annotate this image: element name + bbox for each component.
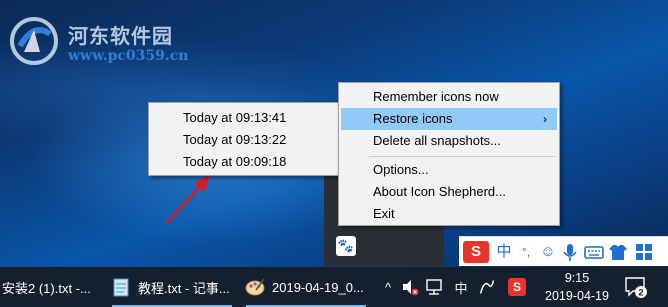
taskbar-item-paint[interactable]: 2019-04-19_0... — [244, 267, 368, 307]
emoji-button[interactable]: ☺ — [537, 241, 559, 263]
delete-snapshots-item[interactable]: Delete all snapshots... — [341, 130, 557, 152]
system-clock[interactable]: 9:15 2019-04-19 — [542, 269, 612, 305]
network-icon[interactable] — [422, 267, 446, 307]
notepad-icon — [113, 278, 129, 297]
show-hidden-icons-button[interactable]: ^ — [376, 267, 400, 307]
mic-icon[interactable] — [559, 241, 581, 263]
sogou-logo-icon[interactable]: S — [463, 241, 489, 263]
submenu-arrow-icon: › — [543, 112, 547, 126]
site-watermark: 河东软件园 www.pc0359.cn — [6, 10, 226, 70]
restore-snapshots-submenu: Today at 09:13:41 Today at 09:13:22 Toda… — [148, 102, 340, 176]
menu-separator — [369, 156, 555, 157]
sogou-tray-icon[interactable]: S — [506, 267, 528, 307]
taskbar: 安装2 (1).txt -... 教程.txt - 记事... 2019-04-… — [0, 267, 668, 307]
task-label: 教程.txt - 记事... — [138, 280, 230, 296]
snapshot-item[interactable]: Today at 09:09:18 — [151, 151, 337, 173]
watermark-url: www.pc0359.cn — [68, 48, 189, 64]
icon-shepherd-context-menu: Remember icons now Restore icons › Delet… — [338, 82, 560, 226]
ime-toolbar: S 中 °, ☺ — [459, 236, 668, 266]
task-label: 2019-04-19_0... — [272, 279, 364, 295]
grid-icon[interactable] — [633, 241, 655, 263]
remember-icons-item[interactable]: Remember icons now — [341, 86, 557, 108]
snapshot-item[interactable]: Today at 09:13:41 — [151, 107, 337, 129]
restore-icons-item[interactable]: Restore icons › — [341, 108, 557, 130]
task-label: 安装2 (1).txt -... — [2, 280, 91, 296]
pen-icon[interactable] — [476, 267, 498, 307]
taskbar-item-notepad-1[interactable]: 安装2 (1).txt -... — [2, 267, 102, 307]
paint-icon — [245, 278, 265, 296]
notification-center-icon[interactable]: 2 — [624, 276, 648, 298]
exit-item[interactable]: Exit — [341, 203, 557, 225]
watermark-logo-icon — [10, 17, 58, 65]
annotation-arrow-icon — [165, 175, 210, 225]
notification-count: 2 — [638, 288, 643, 299]
icon-shepherd-tray-icon[interactable]: 🐾 — [336, 236, 356, 256]
volume-muted-icon[interactable] — [398, 267, 422, 307]
taskbar-item-notepad-2[interactable]: 教程.txt - 记事... — [110, 267, 234, 307]
clock-date: 2019-04-19 — [545, 289, 609, 303]
punctuation-toggle[interactable]: °, — [515, 241, 537, 263]
clock-time: 9:15 — [564, 271, 590, 285]
watermark-title: 河东软件园 — [68, 24, 173, 48]
ime-language-toggle[interactable]: 中 — [493, 241, 515, 263]
shirt-icon[interactable] — [607, 241, 629, 263]
options-item[interactable]: Options... — [341, 159, 557, 181]
ime-language-indicator[interactable]: 中 — [450, 267, 472, 307]
about-item[interactable]: About Icon Shepherd... — [341, 181, 557, 203]
snapshot-item[interactable]: Today at 09:13:22 — [151, 129, 337, 151]
keyboard-icon[interactable] — [583, 241, 605, 263]
